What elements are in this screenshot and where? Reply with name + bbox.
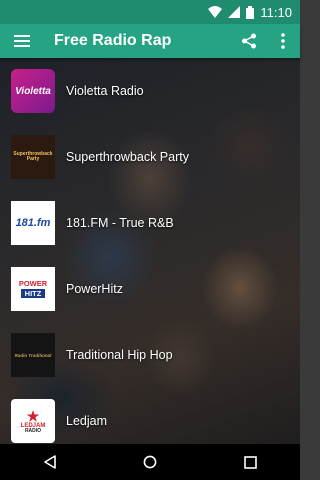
station-row-traditional[interactable]: Radio Traditional Traditional Hip Hop xyxy=(0,322,300,388)
station-logo: POWER HITZ xyxy=(11,267,55,311)
star-icon: ★ xyxy=(26,407,40,424)
status-bar: 11:10 xyxy=(0,0,300,24)
station-row-violetta[interactable]: Violetta Violetta Radio xyxy=(0,58,300,124)
share-icon[interactable] xyxy=(232,24,266,58)
home-circle-icon[interactable] xyxy=(130,444,170,480)
recents-square-icon[interactable] xyxy=(230,444,270,480)
wifi-icon xyxy=(208,6,223,18)
station-name: PowerHitz xyxy=(66,282,123,296)
station-name: Ledjam xyxy=(66,414,107,428)
station-list: Violetta Violetta Radio Superthrowback P… xyxy=(0,58,300,444)
battery-icon xyxy=(246,5,255,19)
station-logo: 181.fm xyxy=(11,201,55,245)
station-logo: Superthrowback Party xyxy=(11,135,55,179)
station-name: Superthrowback Party xyxy=(66,150,189,164)
station-row-powerhitz[interactable]: POWER HITZ PowerHitz xyxy=(0,256,300,322)
app-bar: Free Radio Rap xyxy=(0,24,300,58)
hamburger-icon[interactable] xyxy=(0,24,44,58)
station-name: Violetta Radio xyxy=(66,84,144,98)
navigation-bar xyxy=(0,444,300,480)
station-logo: Violetta xyxy=(11,69,55,113)
station-row-superthrowback[interactable]: Superthrowback Party Superthrowback Part… xyxy=(0,124,300,190)
station-logo: ★ LEDJAM RADIO xyxy=(11,399,55,443)
app-title: Free Radio Rap xyxy=(54,32,172,49)
station-logo: Radio Traditional xyxy=(11,333,55,377)
back-triangle-icon[interactable] xyxy=(30,444,70,480)
signal-icon xyxy=(228,6,241,18)
station-name: 181.FM - True R&B xyxy=(66,216,174,230)
more-vert-icon[interactable] xyxy=(266,24,300,58)
station-name: Traditional Hip Hop xyxy=(66,348,173,362)
station-row-181fm[interactable]: 181.fm 181.FM - True R&B xyxy=(0,190,300,256)
status-time: 11:10 xyxy=(260,4,292,20)
